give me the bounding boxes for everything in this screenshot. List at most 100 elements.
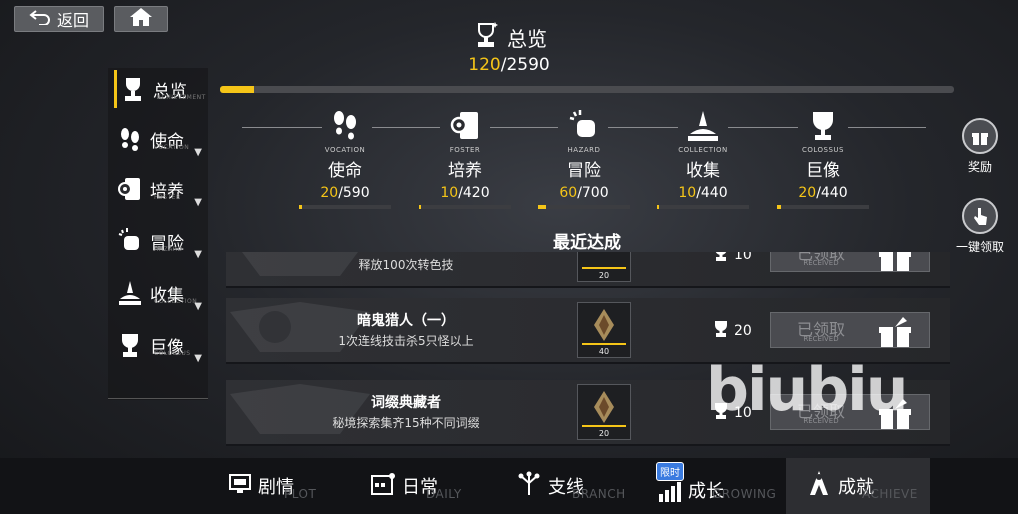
limited-badge: 限时 (656, 462, 684, 481)
medal-value: 20 (598, 271, 610, 280)
tab-en: BRANCH (572, 487, 626, 501)
gift-icon (962, 118, 998, 154)
category-en: FOSTER (449, 146, 481, 154)
trophy-icon (712, 252, 730, 266)
category-colossus[interactable]: COLOSSUS 巨像 20/440 (768, 108, 878, 209)
category-total: /590 (338, 185, 370, 201)
category-label: 收集 (686, 161, 720, 181)
claimed-button[interactable]: 已领取 RECEIVED (770, 312, 930, 348)
overall-total: /2590 (500, 55, 550, 75)
medal-icon: 20 (577, 384, 631, 440)
achievement-name: 词缀典藏者 (371, 395, 441, 411)
trophy-icon (471, 20, 501, 55)
growth-icon (656, 478, 682, 507)
sidebar-item-sub: ACHIEVEMENT (157, 94, 206, 101)
claim-sub: RECEIVED (803, 259, 839, 267)
collection-icon (114, 277, 146, 309)
sidebar-item-hazard[interactable]: 冒险 HAZARD ▼ (114, 222, 208, 260)
overall-progress-fill (220, 86, 254, 93)
category-current: 10 (440, 185, 459, 201)
sidebar-item-collection[interactable]: 收集 COLLECTION ▼ (114, 274, 208, 312)
chevron-down-icon: ▼ (194, 353, 202, 364)
tab-en: ACHIEVE (862, 487, 918, 501)
sidebar-item-sub: COLOSSUS (154, 350, 191, 357)
gift-icon (875, 252, 915, 271)
sidebar: 总览 ACHIEVEMENT 使命 VOCATION ▼ 培养 FOSTER ▼… (108, 68, 208, 400)
medal-icon: 20 (577, 252, 631, 282)
medal-bar (582, 343, 626, 345)
sidebar-item-sub: VOCATION (154, 144, 190, 151)
category-collection[interactable]: COLLECTION 收集 10/440 (648, 108, 758, 209)
category-progress-bar (299, 205, 391, 209)
collection-icon (648, 108, 758, 144)
category-count: 20/590 (290, 185, 400, 201)
category-hazard[interactable]: HAZARD 冒险 60/700 (529, 108, 639, 209)
tab-growing[interactable]: 限时 成长 GROWING (656, 458, 786, 514)
medal-value: 20 (598, 429, 610, 438)
tab-achieve[interactable]: 成就 ACHIEVE (786, 458, 930, 514)
page-title: 总览 (0, 20, 1018, 55)
category-progress-bar (419, 205, 511, 209)
category-progress-fill (657, 205, 660, 209)
category-current: 60 (559, 185, 578, 201)
sidebar-item-sub: FOSTER (154, 194, 181, 201)
category-vocation[interactable]: VOCATION 使命 20/590 (290, 108, 400, 209)
category-progress-fill (419, 205, 422, 209)
tab-en: PLOT (284, 487, 317, 501)
footprints-icon (114, 123, 146, 155)
sidebar-item-colossus[interactable]: 巨像 COLOSSUS ▼ (114, 326, 208, 364)
category-progress-bar (657, 205, 749, 209)
trophy-icon (712, 320, 730, 342)
claim-all-button[interactable]: 一键领取 (950, 198, 1010, 255)
category-en: COLOSSUS (801, 146, 844, 154)
footprints-icon (290, 108, 400, 144)
sidebar-item-sub: HAZARD (154, 246, 183, 253)
category-current: 10 (678, 185, 697, 201)
sidebar-item-overview[interactable]: 总览 ACHIEVEMENT (114, 70, 208, 108)
medal-icon: 40 (577, 302, 631, 358)
tab-en: DAILY (426, 487, 462, 501)
medal-value: 40 (598, 347, 610, 356)
medal-bar (582, 267, 626, 269)
header-title-text: 总览 (507, 27, 547, 51)
card-eye-icon (410, 108, 520, 144)
claimed-button[interactable]: 已领取 RECEIVED (770, 252, 930, 272)
overall-current: 120 (468, 55, 501, 75)
monitor-icon (228, 472, 252, 501)
tab-en: GROWING (712, 487, 777, 501)
category-en: COLLECTION (678, 146, 728, 154)
reward-points: 10 (712, 252, 752, 266)
tab-plot[interactable]: 剧情 PLOT (228, 458, 358, 514)
category-total: /700 (577, 185, 609, 201)
category-total: /440 (816, 185, 848, 201)
category-label: 冒险 (567, 161, 601, 181)
trophy-icon (117, 73, 149, 105)
sidebar-item-vocation[interactable]: 使命 VOCATION ▼ (114, 120, 208, 158)
category-count: 20/440 (768, 185, 878, 201)
category-progress-fill (538, 205, 546, 209)
achievement-name: 暗鬼猎人（一） (357, 313, 455, 329)
calendar-icon (370, 471, 396, 502)
achievement-desc: 秘境探索集齐15种不同词缀 (332, 416, 480, 430)
fist-icon (529, 108, 639, 144)
chevron-down-icon: ▼ (194, 147, 202, 158)
reward-value: 10 (734, 252, 752, 263)
sidebar-divider (108, 398, 208, 399)
category-foster[interactable]: FOSTER 培养 10/420 (410, 108, 520, 209)
card-eye-icon (114, 173, 146, 205)
reward-label: 奖励 (967, 160, 992, 174)
sidebar-item-sub: COLLECTION (154, 298, 198, 305)
chevron-down-icon: ▼ (194, 301, 202, 312)
category-progress-fill (299, 205, 303, 209)
chevron-down-icon: ▼ (194, 197, 202, 208)
tab-daily[interactable]: 日常 DAILY (370, 458, 500, 514)
list-item: 释放100次转色技 20 10 已领取 RECEIVED (226, 252, 950, 288)
category-label: 使命 (328, 161, 362, 181)
category-current: 20 (798, 185, 817, 201)
tab-branch[interactable]: 支线 BRANCH (516, 458, 646, 514)
cup-icon (114, 329, 146, 361)
reward-button[interactable]: 奖励 (950, 118, 1010, 175)
sidebar-item-foster[interactable]: 培养 FOSTER ▼ (114, 170, 208, 208)
overall-progress-bar (220, 86, 954, 93)
category-current: 20 (320, 185, 339, 201)
